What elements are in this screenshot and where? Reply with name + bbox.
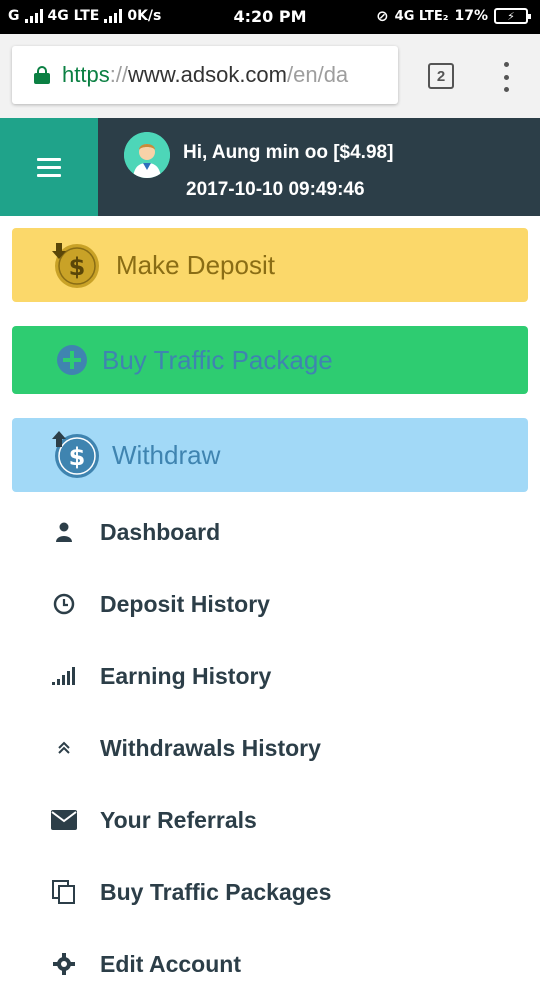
status-right: ⊘ 4G LTE₂ 17% ⚡: [376, 7, 531, 25]
menu-item-label: Dashboard: [100, 518, 221, 545]
status-bar: G 4G LTE 0K/s 4:20 PM ⊘ 4G LTE₂ 17% ⚡: [0, 0, 540, 34]
buy-traffic-package-label: Buy Traffic Package: [102, 344, 333, 375]
battery-label: 17%: [454, 8, 488, 24]
copy-icon: [50, 878, 78, 906]
avatar[interactable]: [124, 132, 170, 178]
url-path: /en/da: [287, 62, 349, 87]
menu-item-edit-account[interactable]: Edit Account: [0, 934, 540, 994]
url-scheme: https: [62, 62, 110, 87]
user-greeting: Hi, Aung min oo [$4.98]: [183, 142, 394, 163]
menu-item-label: Earning History: [100, 662, 272, 689]
double-chevron-up-icon: [50, 734, 78, 762]
network-right-label: 4G LTE₂: [394, 8, 449, 24]
deposit-coin-icon: $: [50, 239, 102, 291]
withdraw-label: Withdraw: [112, 439, 221, 470]
menu-item-label: Deposit History: [100, 590, 270, 617]
header-datetime: 2017-10-10 09:49:46: [186, 179, 365, 200]
menu-item-label: Edit Account: [100, 950, 241, 977]
svg-text:$: $: [69, 443, 86, 471]
url-host: www.adsok.com: [128, 62, 287, 87]
svg-text:$: $: [69, 253, 86, 281]
menu-item-your-referrals[interactable]: Your Referrals: [0, 790, 540, 850]
make-deposit-button[interactable]: $ Make Deposit: [12, 228, 528, 302]
menu-item-withdrawals-history[interactable]: Withdrawals History: [0, 718, 540, 778]
withdraw-button[interactable]: $ Withdraw: [12, 418, 528, 492]
menu-item-label: Withdrawals History: [100, 734, 321, 761]
browser-menu-icon[interactable]: [500, 62, 512, 92]
signal-bars-icon: [50, 662, 78, 690]
url-separator: ://: [109, 62, 129, 87]
lock-icon: [34, 66, 50, 84]
menu-item-earning-history[interactable]: Earning History: [0, 646, 540, 706]
browser-toolbar: https://www.adsok.com/en/da 2: [0, 34, 540, 118]
envelope-icon: [50, 806, 78, 834]
gear-icon: [50, 950, 78, 978]
buy-traffic-package-button[interactable]: Buy Traffic Package: [12, 326, 528, 394]
tab-switcher-button[interactable]: 2: [428, 63, 454, 89]
make-deposit-label: Make Deposit: [116, 249, 275, 280]
menu-item-dashboard[interactable]: Dashboard: [0, 502, 540, 562]
url-bar[interactable]: https://www.adsok.com/en/da: [12, 46, 398, 104]
plus-circle-icon: [56, 344, 88, 376]
clock-icon: [50, 590, 78, 618]
user-icon: [50, 518, 78, 546]
app-header: Hi, Aung min oo [$4.98] 2017-10-10 09:49…: [0, 118, 540, 216]
menu-item-deposit-history[interactable]: Deposit History: [0, 574, 540, 634]
withdraw-coin-icon: $: [50, 429, 102, 481]
battery-icon: ⚡: [494, 8, 531, 24]
menu-item-label: Buy Traffic Packages: [100, 878, 332, 905]
url-text[interactable]: https://www.adsok.com/en/da: [62, 62, 348, 88]
menu-item-label: Your Referrals: [100, 806, 257, 833]
hamburger-menu-button[interactable]: [0, 118, 98, 216]
no-signal-icon: ⊘: [376, 7, 389, 25]
menu-item-buy-traffic-packages[interactable]: Buy Traffic Packages: [0, 862, 540, 922]
